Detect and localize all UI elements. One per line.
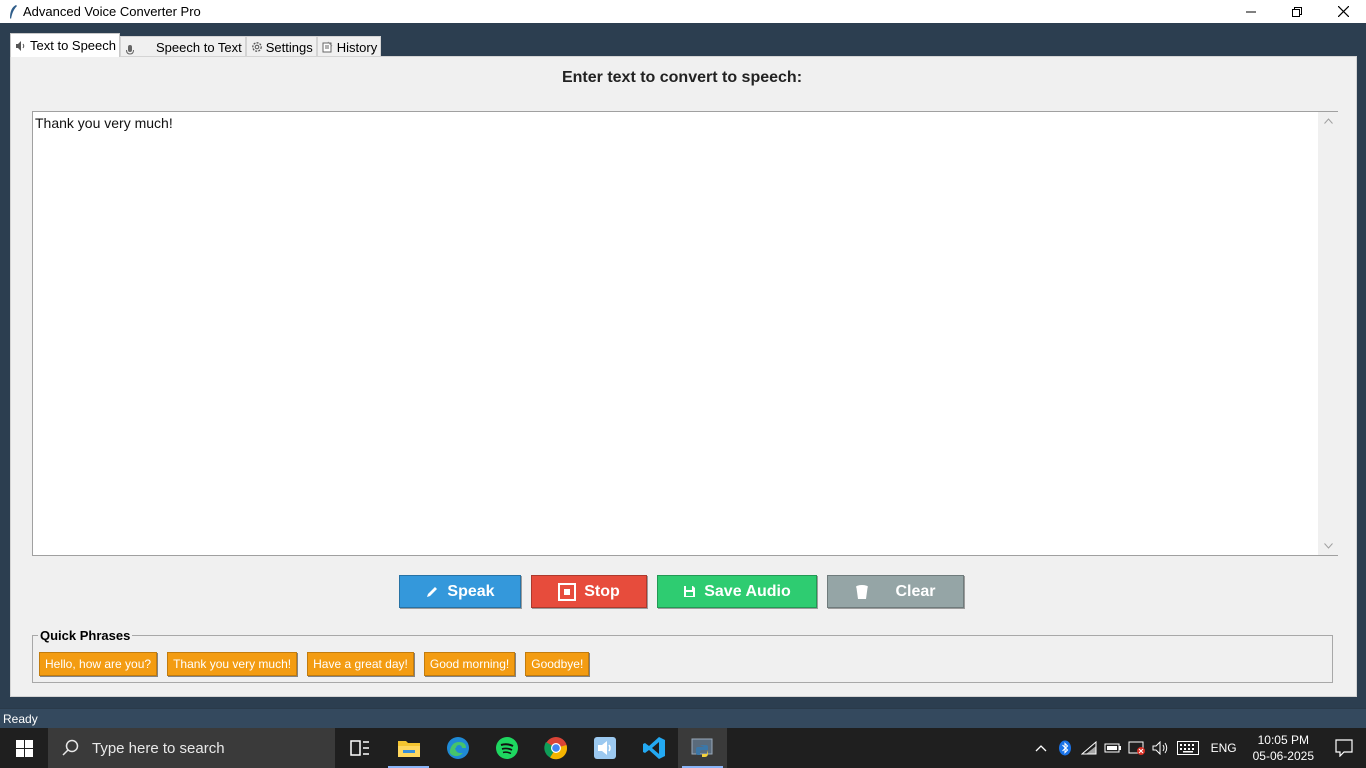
taskbar-search-box[interactable]: Type here to search bbox=[48, 728, 335, 768]
window-controls bbox=[1228, 0, 1366, 23]
notification-center-button[interactable] bbox=[1322, 728, 1366, 768]
minimize-icon bbox=[1246, 11, 1256, 12]
start-button[interactable] bbox=[0, 728, 48, 768]
system-tray: ENG 10:05 PM 05-06-2025 bbox=[1029, 728, 1366, 768]
wifi-icon[interactable] bbox=[1077, 728, 1101, 768]
close-button[interactable] bbox=[1320, 0, 1366, 23]
stop-button[interactable]: Stop bbox=[531, 575, 647, 608]
quick-phrase-button[interactable]: Good morning! bbox=[423, 652, 516, 676]
speak-button[interactable]: Speak bbox=[399, 575, 521, 608]
speak-label: Speak bbox=[447, 582, 495, 600]
minimize-button[interactable] bbox=[1228, 0, 1274, 23]
gear-icon bbox=[251, 41, 263, 53]
action-buttons: Speak Stop Save Audio Clear bbox=[11, 575, 1356, 609]
tab-text-to-speech[interactable]: Text to Speech bbox=[10, 33, 120, 57]
feather-icon bbox=[5, 4, 21, 20]
clock-date: 05-06-2025 bbox=[1252, 749, 1314, 763]
voice-app-icon[interactable] bbox=[580, 728, 629, 768]
search-placeholder: Type here to search bbox=[92, 739, 225, 757]
save-audio-label: Save Audio bbox=[704, 582, 791, 600]
quick-phrases-frame: Quick Phrases Hello, how are you? Thank … bbox=[32, 628, 1333, 683]
scroll-up-arrow-icon[interactable] bbox=[1318, 112, 1338, 130]
tab-history[interactable]: History bbox=[316, 36, 382, 57]
clear-label: Clear bbox=[895, 582, 936, 600]
taskbar-apps bbox=[335, 728, 727, 768]
notebook-tabs: Text to Speech Speech to Text Settings H… bbox=[10, 33, 382, 57]
pencil-icon bbox=[425, 585, 439, 599]
quick-phrase-button[interactable]: Goodbye! bbox=[525, 652, 590, 676]
edge-browser-icon[interactable] bbox=[433, 728, 482, 768]
restore-icon bbox=[1292, 6, 1302, 17]
security-alert-icon[interactable] bbox=[1125, 728, 1149, 768]
floppy-disk-icon bbox=[683, 585, 696, 598]
tab-label: Settings bbox=[265, 39, 313, 55]
tab-label: History bbox=[336, 39, 378, 55]
stop-square-icon bbox=[558, 582, 577, 601]
keyboard-icon[interactable] bbox=[1173, 728, 1203, 768]
tab-label: Text to Speech bbox=[30, 38, 116, 53]
input-heading: Enter text to convert to speech: bbox=[561, 69, 803, 86]
notification-icon bbox=[1335, 739, 1353, 757]
scroll-down-arrow-icon[interactable] bbox=[1318, 537, 1338, 555]
python-app-icon[interactable] bbox=[678, 728, 727, 768]
volume-icon[interactable] bbox=[1149, 728, 1173, 768]
save-audio-button[interactable]: Save Audio bbox=[657, 575, 817, 608]
close-icon bbox=[1337, 6, 1349, 17]
language-indicator[interactable]: ENG bbox=[1203, 741, 1245, 755]
tab-label: Speech to Text bbox=[156, 39, 242, 55]
battery-icon[interactable] bbox=[1101, 728, 1125, 768]
windows-logo-icon bbox=[15, 739, 33, 757]
clock-time: 10:05 PM bbox=[1257, 733, 1309, 747]
stop-label: Stop bbox=[584, 582, 620, 600]
text-input-container: Thank you very much! bbox=[32, 111, 1338, 556]
taskbar: Type here to search ENG 10:05 PM 05-06-2… bbox=[0, 728, 1366, 768]
chrome-browser-icon[interactable] bbox=[531, 728, 580, 768]
quick-phrase-button[interactable]: Thank you very much! bbox=[167, 652, 298, 676]
task-view-icon[interactable] bbox=[335, 728, 384, 768]
tab-settings[interactable]: Settings bbox=[245, 36, 317, 57]
status-text: Ready bbox=[3, 711, 38, 726]
microphone-icon bbox=[124, 44, 136, 56]
taskbar-clock[interactable]: 10:05 PM 05-06-2025 bbox=[1245, 732, 1322, 764]
trash-bin-icon bbox=[855, 584, 869, 600]
search-icon bbox=[62, 739, 80, 757]
speaker-icon bbox=[15, 40, 27, 52]
quick-phrases-legend: Quick Phrases bbox=[38, 628, 133, 643]
file-explorer-icon[interactable] bbox=[384, 728, 433, 768]
quick-phrase-button[interactable]: Have a great day! bbox=[307, 652, 414, 676]
spotify-icon[interactable] bbox=[482, 728, 531, 768]
bluetooth-icon[interactable] bbox=[1053, 728, 1077, 768]
text-input[interactable]: Thank you very much! bbox=[33, 112, 1317, 555]
tab-speech-to-text[interactable]: Speech to Text bbox=[120, 36, 246, 57]
restore-button[interactable] bbox=[1274, 0, 1320, 23]
chevron-up-icon[interactable] bbox=[1029, 728, 1053, 768]
quick-phrase-button[interactable]: Hello, how are you? bbox=[39, 652, 158, 676]
quick-phrases-row: Hello, how are you? Thank you very much!… bbox=[39, 652, 599, 676]
clear-button[interactable]: Clear bbox=[827, 575, 964, 608]
notepad-icon bbox=[322, 41, 334, 53]
status-bar: Ready bbox=[0, 708, 1366, 728]
vertical-scrollbar[interactable] bbox=[1318, 112, 1338, 555]
title-bar: Advanced Voice Converter Pro bbox=[0, 0, 1366, 23]
window-title: Advanced Voice Converter Pro bbox=[23, 4, 201, 19]
text-to-speech-panel: Enter text to convert to speech: Thank y… bbox=[10, 56, 1357, 697]
vscode-icon[interactable] bbox=[629, 728, 678, 768]
